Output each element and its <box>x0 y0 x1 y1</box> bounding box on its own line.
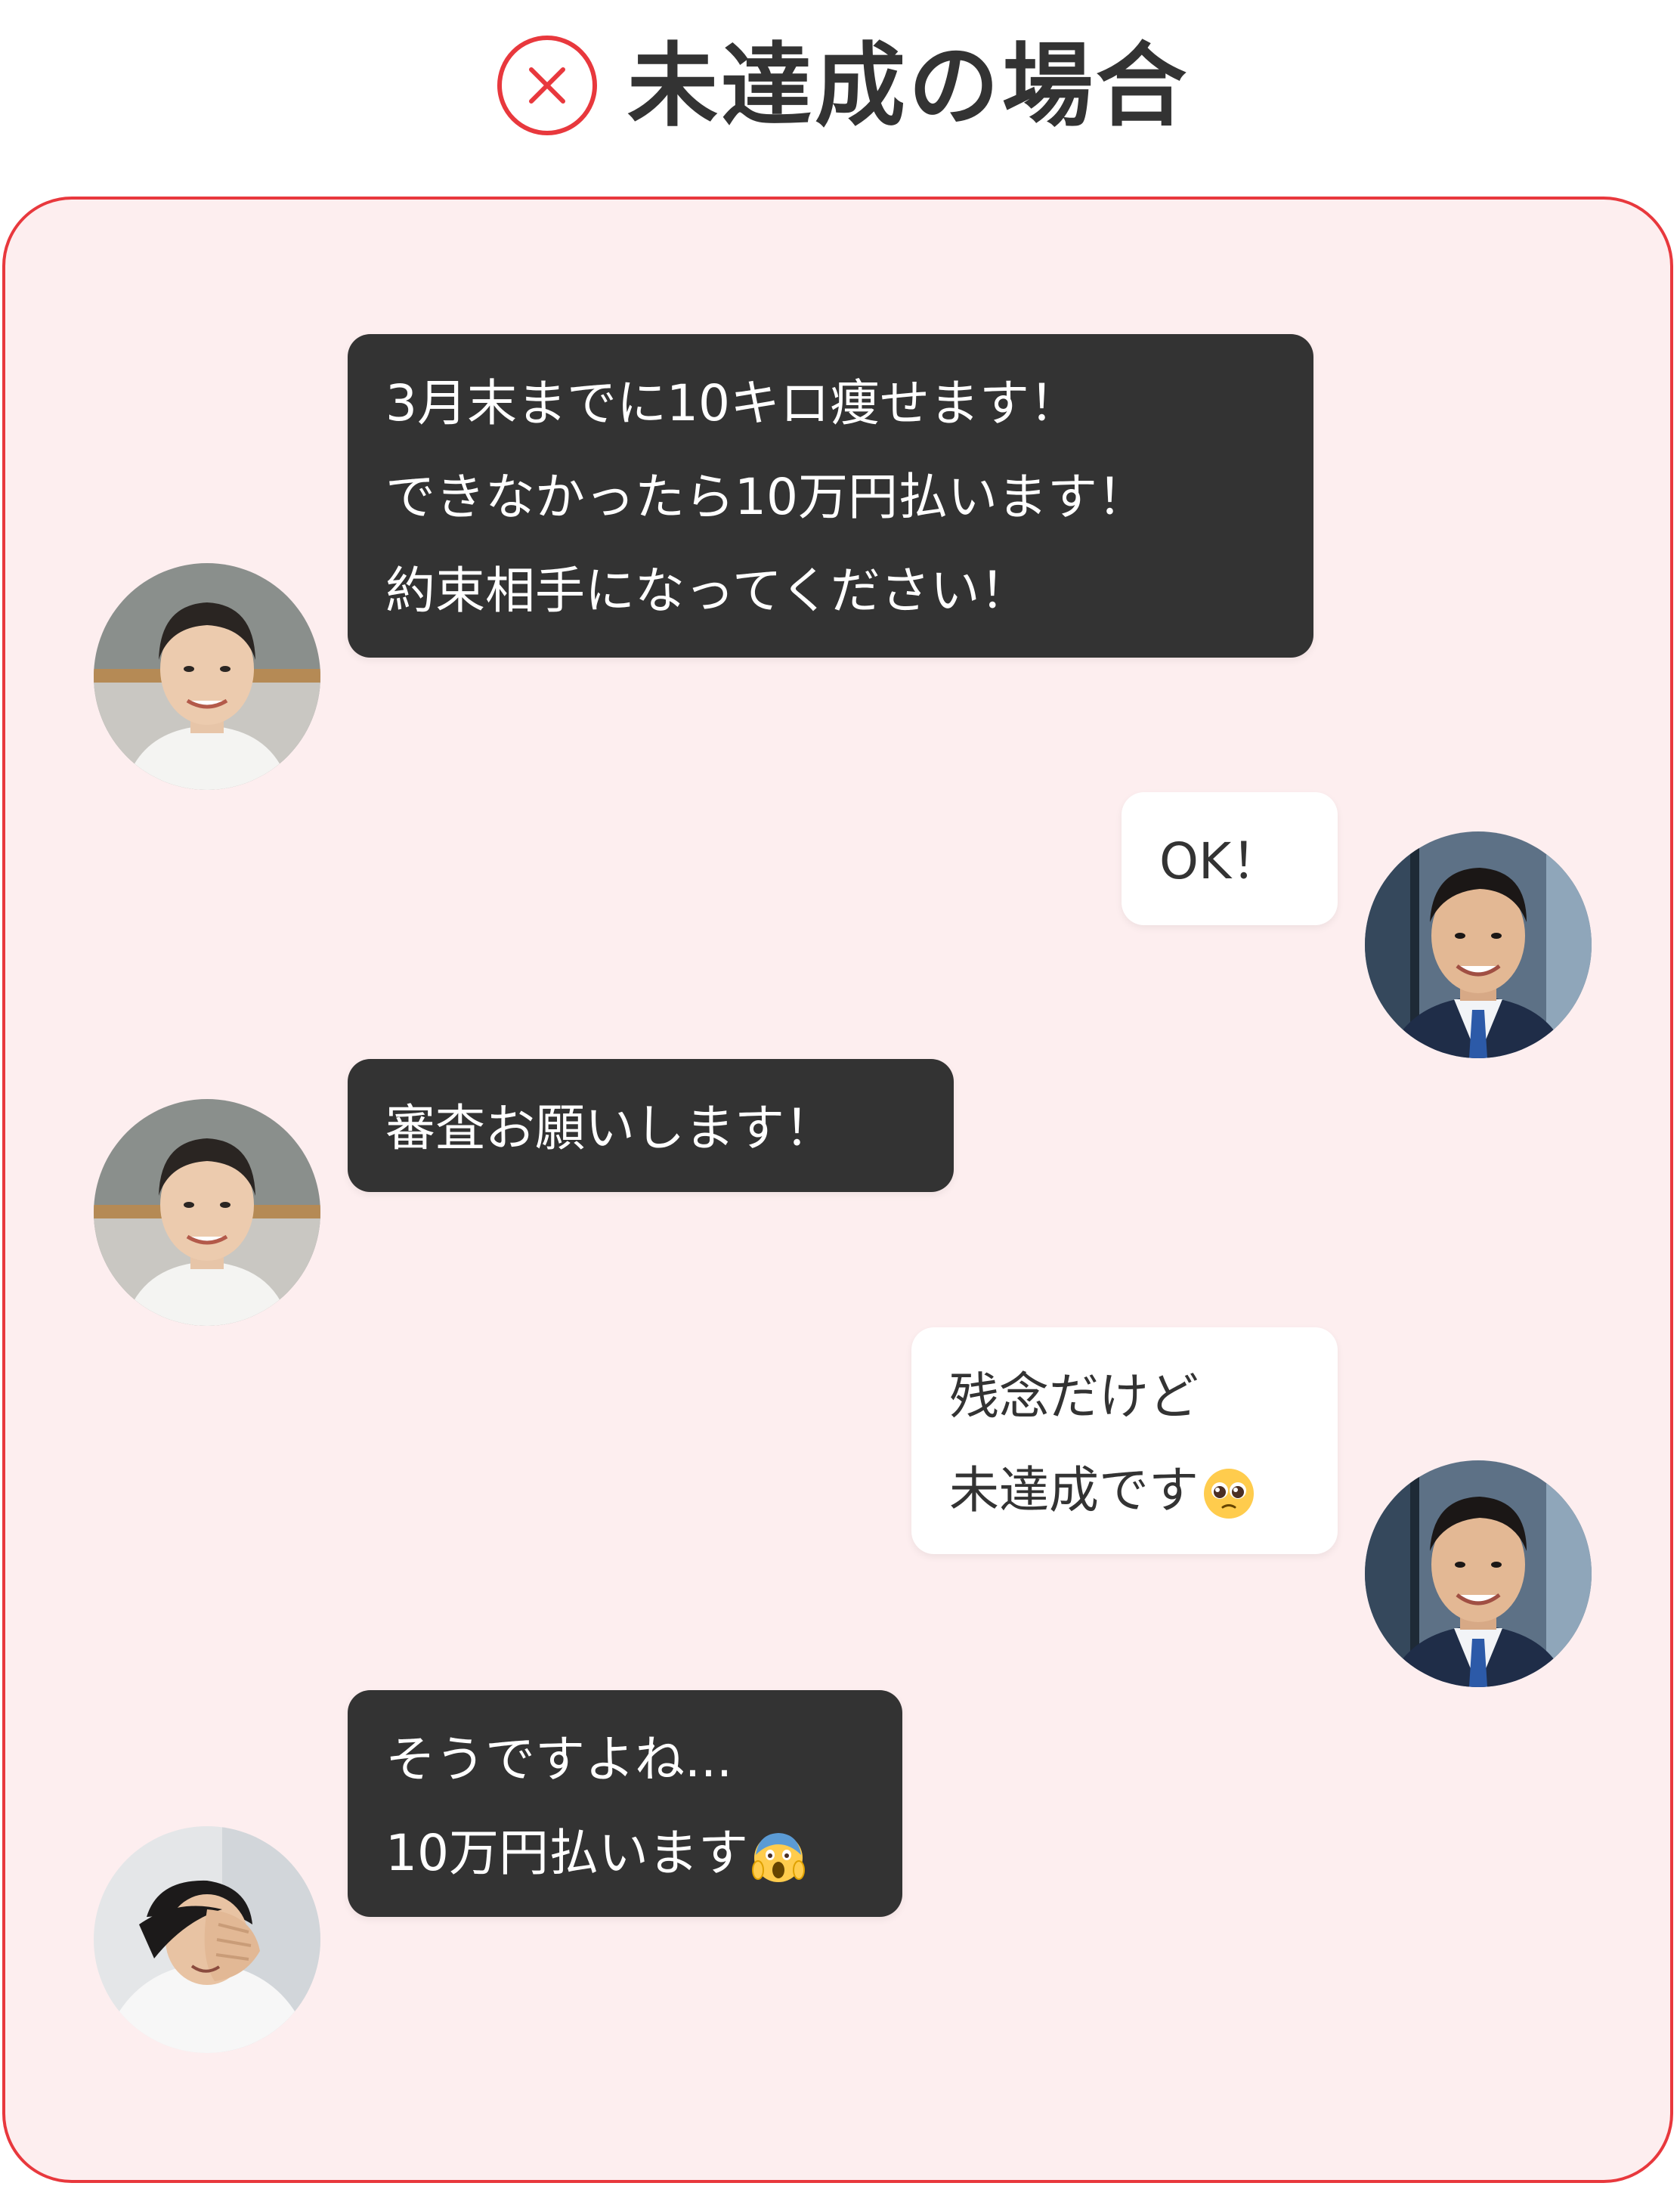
message-line: 約束相手になってください！ <box>385 562 1030 620</box>
message-line: 残念だけど <box>949 1367 1199 1426</box>
avatar-businessman <box>1365 831 1592 1058</box>
message-line: 10万円払います <box>385 1807 865 1900</box>
chat-panel: 3月末までに10キロ痩せます！ できなかったら10万円払います！ 約束相手になっ… <box>2 197 1673 2183</box>
message-bubble: OK！ <box>1122 792 1338 925</box>
header: 未達成の場合 <box>0 0 1680 159</box>
message-line-text: 未達成です <box>949 1461 1199 1519</box>
businessman-avatar-image <box>1365 1460 1592 1687</box>
man-covering-face-avatar-image <box>94 1826 320 2053</box>
message-line: 未達成です <box>949 1444 1300 1537</box>
screaming-face-emoji-icon <box>751 1832 805 1882</box>
x-circle-icon <box>497 36 597 135</box>
message-line-text: 10万円払います <box>385 1824 748 1882</box>
message-line: OK！ <box>1159 832 1282 890</box>
message-line: 審査お願いします！ <box>385 1099 834 1157</box>
message-bubble: そうですよね... 10万円払います <box>348 1690 902 1917</box>
avatar-businessman <box>1365 1460 1592 1687</box>
page-title: 未達成の場合 <box>627 34 1190 139</box>
message-bubble: 3月末までに10キロ痩せます！ できなかったら10万円払います！ 約束相手になっ… <box>348 334 1313 658</box>
message-line: そうですよね... <box>385 1730 732 1788</box>
message-bubble: 審査お願いします！ <box>348 1059 954 1192</box>
message-bubble: 残念だけど 未達成です <box>911 1327 1338 1554</box>
avatar-smiling-man <box>94 1099 320 1326</box>
smiling-man-avatar-image <box>94 1099 320 1326</box>
avatar-smiling-man <box>94 563 320 790</box>
pleading-face-emoji-icon <box>1204 1468 1254 1519</box>
smiling-man-avatar-image <box>94 563 320 790</box>
businessman-avatar-image <box>1365 831 1592 1058</box>
message-line: 3月末までに10キロ痩せます！ <box>385 374 1079 432</box>
avatar-man-covering-face <box>94 1826 320 2053</box>
message-line: できなかったら10万円払います！ <box>385 468 1147 526</box>
